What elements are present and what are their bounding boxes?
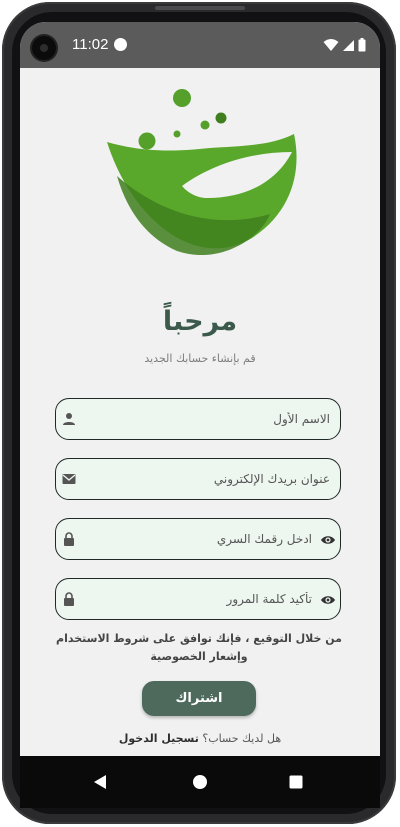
battery-icon xyxy=(358,38,366,52)
email-field[interactable] xyxy=(55,458,341,500)
login-question: هل لديك حساب؟ xyxy=(202,732,282,745)
nav-home-button[interactable] xyxy=(186,768,214,796)
front-camera xyxy=(32,36,56,60)
first-name-input[interactable] xyxy=(110,399,330,439)
leaf-logo-icon xyxy=(107,89,297,256)
mail-icon xyxy=(62,474,76,484)
password-field[interactable] xyxy=(55,518,341,560)
signup-button[interactable]: اشتراك xyxy=(142,681,256,716)
status-bar: 11:02 xyxy=(20,22,380,68)
recents-square-icon xyxy=(289,775,303,789)
status-time: 11:02 xyxy=(72,36,109,53)
eye-icon[interactable] xyxy=(320,532,336,548)
lock-icon xyxy=(64,592,74,606)
home-circle-icon xyxy=(193,775,207,789)
page-title: مرحباً xyxy=(162,306,238,337)
person-icon xyxy=(63,413,75,425)
login-link[interactable]: تسجيل الدخول xyxy=(119,732,199,745)
first-name-field[interactable] xyxy=(55,398,341,440)
nav-back-button[interactable] xyxy=(86,768,114,796)
confirm-password-input[interactable] xyxy=(92,579,312,619)
signup-screen: مرحباً قم بإنشاء حسابك الجديد الاسم الأو… xyxy=(20,68,380,756)
lock-icon xyxy=(64,532,74,546)
terms-notice: من خلال التوقيع ، فإنك توافق على شروط ال… xyxy=(56,632,342,663)
eye-icon[interactable] xyxy=(320,592,336,608)
confirm-password-field[interactable] xyxy=(55,578,341,620)
nav-recents-button[interactable] xyxy=(282,768,310,796)
back-triangle-icon xyxy=(94,775,106,789)
page-subtitle: قم بإنشاء حسابك الجديد xyxy=(144,352,256,365)
wifi-icon xyxy=(323,39,339,51)
speaker-grille xyxy=(155,6,245,10)
notification-app-icon xyxy=(114,38,127,51)
device-frame: 11:02 مرحباً قم بإنشاء حسابك الجديد الاس… xyxy=(0,0,400,827)
email-input[interactable] xyxy=(110,459,330,499)
status-indicators xyxy=(323,37,366,53)
system-nav-bar xyxy=(20,756,380,808)
login-prompt: هل لديك حساب؟ تسجيل الدخول xyxy=(20,732,380,745)
password-input[interactable] xyxy=(92,519,312,559)
cell-signal-icon xyxy=(343,39,354,51)
app-screen: 11:02 مرحباً قم بإنشاء حسابك الجديد الاس… xyxy=(20,22,380,808)
